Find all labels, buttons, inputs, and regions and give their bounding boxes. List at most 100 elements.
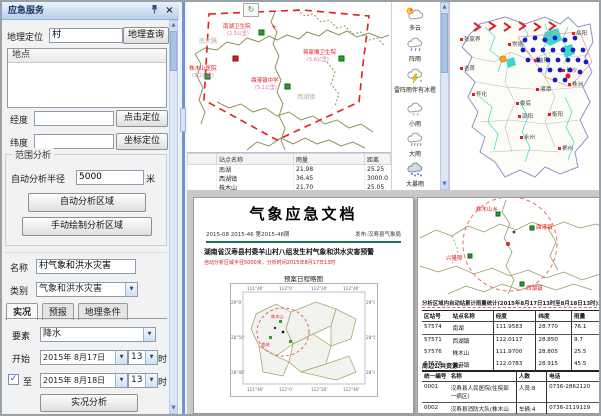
doc-issue-line: 2015-08 2015-46 第2015-46期 发布:汉寿县气象局 xyxy=(206,230,401,243)
chevron-down-icon[interactable]: ▼ xyxy=(115,351,127,364)
chevron-down-icon[interactable]: ▼ xyxy=(145,351,157,364)
pin-icon[interactable] xyxy=(148,4,161,17)
legend-scrollbar[interactable]: ▲ ▼ xyxy=(440,2,449,190)
doc-headline: 湖南省汉寿县村委羊山村八组发生村气象和洪水灾害预警 xyxy=(204,248,407,256)
county-map-panel[interactable]: + 南湖卫生院 (2.5公里) 株木山医院 (3.2公里) 酉港镇中学 (5.1… xyxy=(187,2,392,190)
location-listbox[interactable]: 地点 xyxy=(7,48,167,108)
legend-item[interactable]: 多云 xyxy=(392,6,438,32)
scroll-down-icon[interactable]: ▼ xyxy=(170,404,177,413)
pin-icon-glyph xyxy=(150,4,159,14)
chevron-down-icon[interactable]: ▼ xyxy=(143,328,155,341)
panel-title: 应急服务 xyxy=(8,6,44,16)
auto-analyze-area-button[interactable]: 自动分析区域 xyxy=(28,193,146,212)
city-label: 邵阳 xyxy=(518,112,533,120)
chevron-down-icon[interactable]: ▼ xyxy=(115,374,127,387)
legend-label: 大雨 xyxy=(392,149,438,158)
city-label: 张家界 xyxy=(460,35,481,43)
legend-item[interactable]: 大雨 xyxy=(392,132,438,158)
svg-text:29°0': 29°0' xyxy=(366,300,375,305)
radius-input[interactable] xyxy=(76,170,144,185)
city-dot xyxy=(518,115,521,118)
svg-text:112°0': 112°0' xyxy=(279,387,293,392)
geo-query-button[interactable]: 地理查询 xyxy=(123,27,169,44)
station-marker[interactable] xyxy=(285,84,290,89)
cloudy-icon xyxy=(404,6,426,21)
start-date-picker[interactable]: 2015年 8月17日 ▼ xyxy=(40,350,128,365)
city-dot xyxy=(460,38,463,41)
panel-splitter[interactable] xyxy=(179,2,187,414)
scroll-up-icon[interactable]: ▲ xyxy=(441,3,448,12)
legend-item[interactable]: 大暴雨 xyxy=(392,162,438,188)
col-header: 区站号 xyxy=(422,311,450,322)
province-map-panel[interactable]: 岳阳 张家界 常德 吉首 益阳 长沙 株洲 湘潭 怀化 娄底 邵阳 衡阳 永州 … xyxy=(449,2,600,190)
col-header: 经度 xyxy=(493,311,536,322)
element-value: 降水 xyxy=(43,329,61,339)
legend-label: 小雨 xyxy=(392,119,438,128)
legend-item[interactable]: 阵雨 xyxy=(392,37,438,63)
start-hour-select[interactable]: 13 ▼ xyxy=(128,350,158,365)
cell: 25.25 xyxy=(365,165,391,175)
rain-table-title: 分析区域内自动站累计雨量统计(2015年8月17日13时至8月18日13时): xyxy=(422,299,601,308)
table-row: 57571西湖镇112.011728.8509.7 xyxy=(422,335,600,348)
place-name: 南大膳 xyxy=(199,36,217,45)
end-hour-select[interactable]: 13 ▼ xyxy=(128,373,158,388)
sun-marker-icon xyxy=(500,56,506,62)
city-label: 湘潭 xyxy=(536,85,551,93)
doc-issue-left: 2015-08 2015-46 第2015-46期 xyxy=(206,230,289,238)
manual-draw-area-button[interactable]: 手动绘制分析区域 xyxy=(22,217,152,236)
city-dot xyxy=(534,59,537,62)
marker-distance: (5.1公里) xyxy=(255,85,277,91)
legend-item[interactable]: 雷阵雨伴有冰雹 xyxy=(392,68,438,94)
panel-scrollbar[interactable]: ▲ ▼ xyxy=(169,20,178,414)
emergency-doc-page1[interactable]: 气象应急文档 2015-08 2015-46 第2015-46期 发布:汉寿县气… xyxy=(193,197,414,414)
close-icon[interactable]: × xyxy=(163,4,176,17)
col-station-name: 站点名称 xyxy=(217,154,294,165)
table-row: 0002汉寿县消防大队(株木山中队)车辆:40736-2119119 xyxy=(422,403,600,416)
shower-icon xyxy=(404,37,426,52)
scroll-down-icon[interactable]: ▼ xyxy=(441,180,448,189)
category-select[interactable]: 气象和洪水灾害 ▼ xyxy=(36,282,138,297)
end-date-picker[interactable]: 2015年 8月18日 ▼ xyxy=(40,373,128,388)
marker-distance: (5.6公里) xyxy=(307,57,329,63)
coord-locate-button[interactable]: 坐标定位 xyxy=(116,133,168,150)
chevron-down-icon[interactable]: ▼ xyxy=(145,374,157,387)
table-row: 57574南湖111.958328.77076.1 xyxy=(422,322,600,335)
scroll-up-icon[interactable]: ▲ xyxy=(170,21,177,30)
element-select[interactable]: 降水 ▼ xyxy=(40,327,156,342)
svg-text:28°40': 28°40' xyxy=(366,370,375,375)
alert-marker[interactable] xyxy=(233,56,238,61)
lat-input[interactable] xyxy=(34,134,114,149)
station-marker[interactable] xyxy=(259,30,264,35)
run-live-analysis-button[interactable]: 实况分析 xyxy=(40,394,138,412)
analysis-figure: 111°40'112°0' 112°20'112°40' 111°40'112°… xyxy=(230,283,378,397)
end-time-checkbox[interactable]: ✓ xyxy=(8,374,19,385)
geo-input[interactable] xyxy=(49,28,123,43)
chevron-down-icon[interactable]: ▼ xyxy=(125,283,137,296)
marker-distance: (3.2公里) xyxy=(192,73,214,79)
panel-titlebar[interactable]: 应急服务 × xyxy=(2,2,179,20)
svg-text:29°0': 29°0' xyxy=(231,300,242,305)
element-label: 要素 xyxy=(12,329,30,342)
county-boundaries xyxy=(195,10,389,150)
table-row[interactable]: 西湖镇36.453000.0 xyxy=(188,174,391,183)
station-marker[interactable] xyxy=(339,56,344,61)
doc-title: 气象应急文档 xyxy=(194,203,413,224)
name-input[interactable] xyxy=(36,259,136,274)
emergency-doc-page2[interactable]: 株木山乡 酉港镇 兴隆障 西湖镇 分析区域内自动站累计雨量统计(2015年8月1… xyxy=(417,197,601,414)
lon-input[interactable] xyxy=(34,111,114,126)
city-dot xyxy=(572,32,575,35)
splitter-handle[interactable] xyxy=(180,108,186,132)
splitter-bar[interactable] xyxy=(182,2,185,414)
legend-item[interactable]: 小雨 xyxy=(392,102,438,128)
table-row[interactable]: 南湖21.9825.25 xyxy=(188,165,391,175)
city-dot xyxy=(516,102,519,105)
svg-text:112°0': 112°0' xyxy=(279,286,293,291)
lon-locate-button[interactable]: 点击定位 xyxy=(116,110,168,127)
scrollbar-thumb[interactable] xyxy=(441,13,448,73)
table-header-row: 区站号 站点名称 经度 纬度 雨量 xyxy=(422,311,600,322)
marker-label: 南湖卫生院 xyxy=(223,24,251,30)
marker-label: 酉港镇中学 xyxy=(251,78,279,84)
scrollbar-thumb[interactable] xyxy=(170,31,177,71)
svg-text:112°20': 112°20' xyxy=(311,387,328,392)
map-refresh-button[interactable]: ↻ xyxy=(243,3,259,17)
